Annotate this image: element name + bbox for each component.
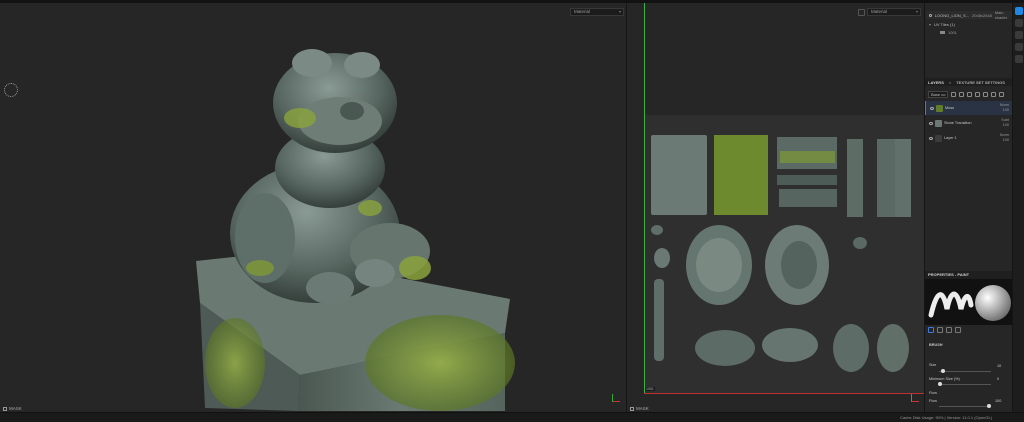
tab-texture-set-settings[interactable]: TEXTURE SET SETTINGS xyxy=(956,80,1005,85)
texture-set-name: LOONG_LION_S... xyxy=(934,12,970,18)
layer-blend-mode[interactable]: Subt xyxy=(1001,118,1009,122)
layer-row[interactable]: Stone Transition Subt 100 xyxy=(925,116,1013,130)
min-size-value[interactable]: 0 xyxy=(997,377,999,381)
layers-icon[interactable] xyxy=(1015,19,1023,27)
mask-add-icon[interactable] xyxy=(983,91,989,97)
flow-section-title: Flow xyxy=(929,391,938,395)
layer-blend-mode[interactable]: Norm xyxy=(1000,133,1009,137)
eye-icon[interactable] xyxy=(929,121,933,125)
brush-tool-icon[interactable] xyxy=(951,91,957,97)
properties-title: PROPERTIES - PAINT xyxy=(928,272,970,277)
texture-set-row[interactable]: LOONG_LION_S... 2048x2048 Main shader xyxy=(926,10,1012,20)
layer-opacity[interactable]: 100 xyxy=(1003,108,1009,112)
status-text: Cache Disk Usage: 90% | Version: 11.0.1 … xyxy=(900,415,992,420)
mask-icon xyxy=(3,406,7,411)
layer-thumbnail xyxy=(935,134,942,142)
uv-tile-item[interactable]: 1001 xyxy=(926,28,1012,36)
uv-tile-label: 1001 xyxy=(645,387,655,391)
layer-row[interactable]: Layer 1 Norm 100 xyxy=(925,131,1013,145)
min-size-label: Minimum Size (%) xyxy=(929,377,960,381)
status-bar: Cache Disk Usage: 90% | Version: 11.0.1 … xyxy=(0,412,1024,422)
effect-icon[interactable] xyxy=(959,91,965,97)
properties-header: PROPERTIES - PAINT xyxy=(925,271,1013,279)
chevron-down-icon: ▾ xyxy=(915,9,918,14)
texture-set-list-icon[interactable] xyxy=(1015,7,1023,15)
uv-tile-swatch xyxy=(940,30,945,34)
bake-icon[interactable] xyxy=(1015,55,1023,63)
flow-label: Flow xyxy=(929,399,938,403)
viewport-2d-channel-dropdown[interactable]: Material ▾ xyxy=(867,8,921,16)
layer-opacity[interactable]: 100 xyxy=(1003,138,1009,142)
eye-icon[interactable] xyxy=(929,13,932,17)
chevron-down-icon: ▾ xyxy=(618,9,621,14)
folder-icon[interactable] xyxy=(991,91,997,97)
eye-icon[interactable] xyxy=(929,136,933,140)
layer-name: Stone Transition xyxy=(944,121,972,125)
display-settings-icon[interactable] xyxy=(1015,31,1023,39)
viewport-2d-mask-label: MASK xyxy=(636,406,649,411)
min-size-slider[interactable] xyxy=(938,382,991,386)
layer-thumbnail xyxy=(936,104,943,112)
viewport-3d[interactable]: Material ▾ MASK xyxy=(0,3,626,412)
layer-blend-opacity[interactable]: Norm 100 xyxy=(993,133,1013,143)
uv-tile-value: 1001 xyxy=(948,29,957,35)
brush-preview xyxy=(925,279,1013,325)
brush-tab-icon[interactable] xyxy=(928,327,934,333)
axis-gizmo-icon xyxy=(612,392,622,402)
fill-layer-icon[interactable] xyxy=(967,91,973,97)
flow-value[interactable]: 100 xyxy=(995,399,1001,403)
layers-toolbar: Base co xyxy=(925,89,1013,99)
loading-spinner-icon xyxy=(4,83,18,97)
layers-tab-bar: LAYERS × TEXTURE SET SETTINGS xyxy=(925,78,1013,86)
layer-thumbnail xyxy=(935,119,942,127)
eye-icon[interactable] xyxy=(930,106,934,110)
blend-channel-dropdown[interactable]: Base co xyxy=(928,90,949,98)
properties-tabs xyxy=(925,325,1013,335)
uv-tiles-label: UV Tiles (1) xyxy=(934,21,955,27)
viewport-display-icon[interactable] xyxy=(858,9,865,16)
viewport-2d[interactable]: Material ▾ 1001 MASK xyxy=(627,3,924,412)
uv-tiles-row[interactable]: ▾ UV Tiles (1) xyxy=(926,20,1012,28)
lion-statue-render xyxy=(196,49,515,411)
shader-settings-icon[interactable] xyxy=(1015,43,1023,51)
chevron-down-icon: ▾ xyxy=(929,21,932,27)
alpha-tab-icon[interactable] xyxy=(937,327,943,333)
mask-icon xyxy=(630,406,634,411)
painter-app: Material ▾ MASK Material ▾ 1001 MASK LOO… xyxy=(0,0,1024,422)
uv-texture-islands xyxy=(651,135,911,372)
layer-row[interactable]: Moss Norm 100 xyxy=(925,101,1013,115)
stencil-tab-icon[interactable] xyxy=(946,327,952,333)
right-tool-rail xyxy=(1012,3,1024,412)
paint-layer-icon[interactable] xyxy=(975,91,981,97)
layer-blend-opacity[interactable]: Subt 100 xyxy=(993,118,1013,128)
layer-opacity[interactable]: 100 xyxy=(1003,123,1009,127)
axis-gizmo-icon xyxy=(911,392,921,402)
layer-name: Moss xyxy=(945,106,955,110)
viewport-3d-mask-label: MASK xyxy=(9,406,22,411)
layer-name: Layer 1 xyxy=(944,136,957,140)
viewport-2d-channel-label: Material xyxy=(871,9,888,14)
texture-set-shader[interactable]: Main shader xyxy=(995,10,1012,20)
size-value[interactable]: 10 xyxy=(997,364,1001,368)
size-slider[interactable] xyxy=(939,369,991,373)
viewport-2d-footer[interactable]: MASK xyxy=(630,406,649,411)
size-label: Size xyxy=(929,363,937,367)
brush-section-title: BRUSH xyxy=(929,343,943,347)
texture-set-resolution: 2048x2048 xyxy=(972,12,992,18)
layer-blend-opacity[interactable]: Norm 100 xyxy=(993,103,1013,113)
close-icon[interactable]: × xyxy=(949,80,951,85)
viewport-3d-footer[interactable]: MASK xyxy=(3,406,22,411)
brush-stroke-preview xyxy=(928,285,1011,321)
material-tab-icon[interactable] xyxy=(955,327,961,333)
trash-icon[interactable] xyxy=(999,91,1005,97)
flow-slider[interactable] xyxy=(939,404,991,408)
viewport-3d-channel-label: Material xyxy=(574,9,591,14)
right-panel: LOONG_LION_S... 2048x2048 Main shader ▾ … xyxy=(924,3,1013,412)
layer-blend-mode[interactable]: Norm xyxy=(1000,103,1009,107)
viewport-3d-channel-dropdown[interactable]: Material ▾ xyxy=(570,8,624,16)
tab-layers[interactable]: LAYERS xyxy=(928,80,944,85)
